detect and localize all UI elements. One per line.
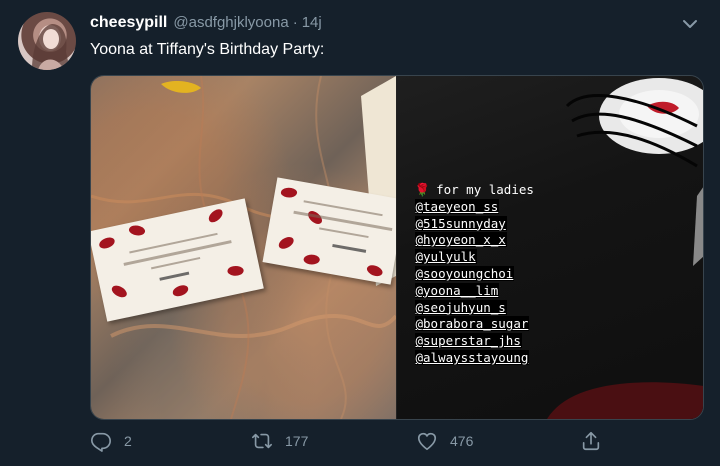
photo-place-cards[interactable] bbox=[91, 76, 406, 419]
tweet-text: Yoona at Tiffany's Birthday Party: bbox=[90, 41, 325, 58]
story-heading: for my ladies bbox=[436, 182, 534, 197]
story-mention: @515sunnyday bbox=[414, 215, 507, 231]
photo-instagram-story[interactable]: 🌹 for my ladies @taeyeon_ss @515sunnyday … bbox=[395, 76, 703, 419]
story-mention: @yoona__lim bbox=[414, 282, 500, 298]
separator-dot: · bbox=[292, 14, 298, 31]
share-button[interactable] bbox=[580, 430, 602, 452]
story-mention: @yulyulk bbox=[414, 249, 477, 265]
story-mention: @taeyeon_ss bbox=[414, 198, 500, 214]
like-count: 476 bbox=[450, 433, 474, 449]
rose-icon: 🌹 bbox=[414, 182, 431, 197]
chevron-down-icon[interactable] bbox=[680, 14, 700, 34]
share-icon bbox=[582, 431, 600, 451]
tweet-media[interactable]: 🌹 for my ladies @taeyeon_ss @515sunnyday … bbox=[90, 75, 704, 420]
avatar[interactable] bbox=[18, 12, 76, 70]
like-button[interactable]: 476 bbox=[416, 430, 473, 452]
retweet-count: 177 bbox=[285, 433, 309, 449]
story-mention: @hyoyeon_x_x bbox=[414, 232, 507, 248]
story-mention: @borabora_sugar bbox=[414, 316, 530, 332]
story-heading-line: 🌹 for my ladies bbox=[415, 182, 534, 199]
tweet-actions: 2 177 476 bbox=[90, 430, 702, 456]
story-mention: @seojuhyun_s bbox=[414, 299, 507, 315]
story-mention: @alwaysstayoung bbox=[414, 349, 530, 365]
tweet-header: cheesypill @asdfghjklyoona · 14j bbox=[90, 14, 322, 36]
story-mention: @superstar_jhs bbox=[414, 333, 522, 349]
reply-button[interactable]: 2 bbox=[90, 430, 132, 452]
retweet-icon bbox=[252, 433, 272, 449]
story-caption: 🌹 for my ladies @taeyeon_ss @515sunnyday … bbox=[414, 182, 534, 367]
avatar-image bbox=[32, 24, 70, 70]
user-handle[interactable]: @asdfghjklyoona bbox=[173, 14, 288, 31]
reply-count: 2 bbox=[124, 433, 132, 449]
story-mention: @sooyoungchoi bbox=[414, 265, 515, 281]
display-name[interactable]: cheesypill bbox=[90, 14, 167, 32]
reply-icon bbox=[91, 432, 111, 452]
tweet[interactable]: cheesypill @asdfghjklyoona · 14j Yoona a… bbox=[0, 0, 720, 466]
heart-icon bbox=[417, 432, 437, 451]
retweet-button[interactable]: 177 bbox=[251, 430, 308, 452]
timestamp[interactable]: 14j bbox=[302, 14, 322, 31]
